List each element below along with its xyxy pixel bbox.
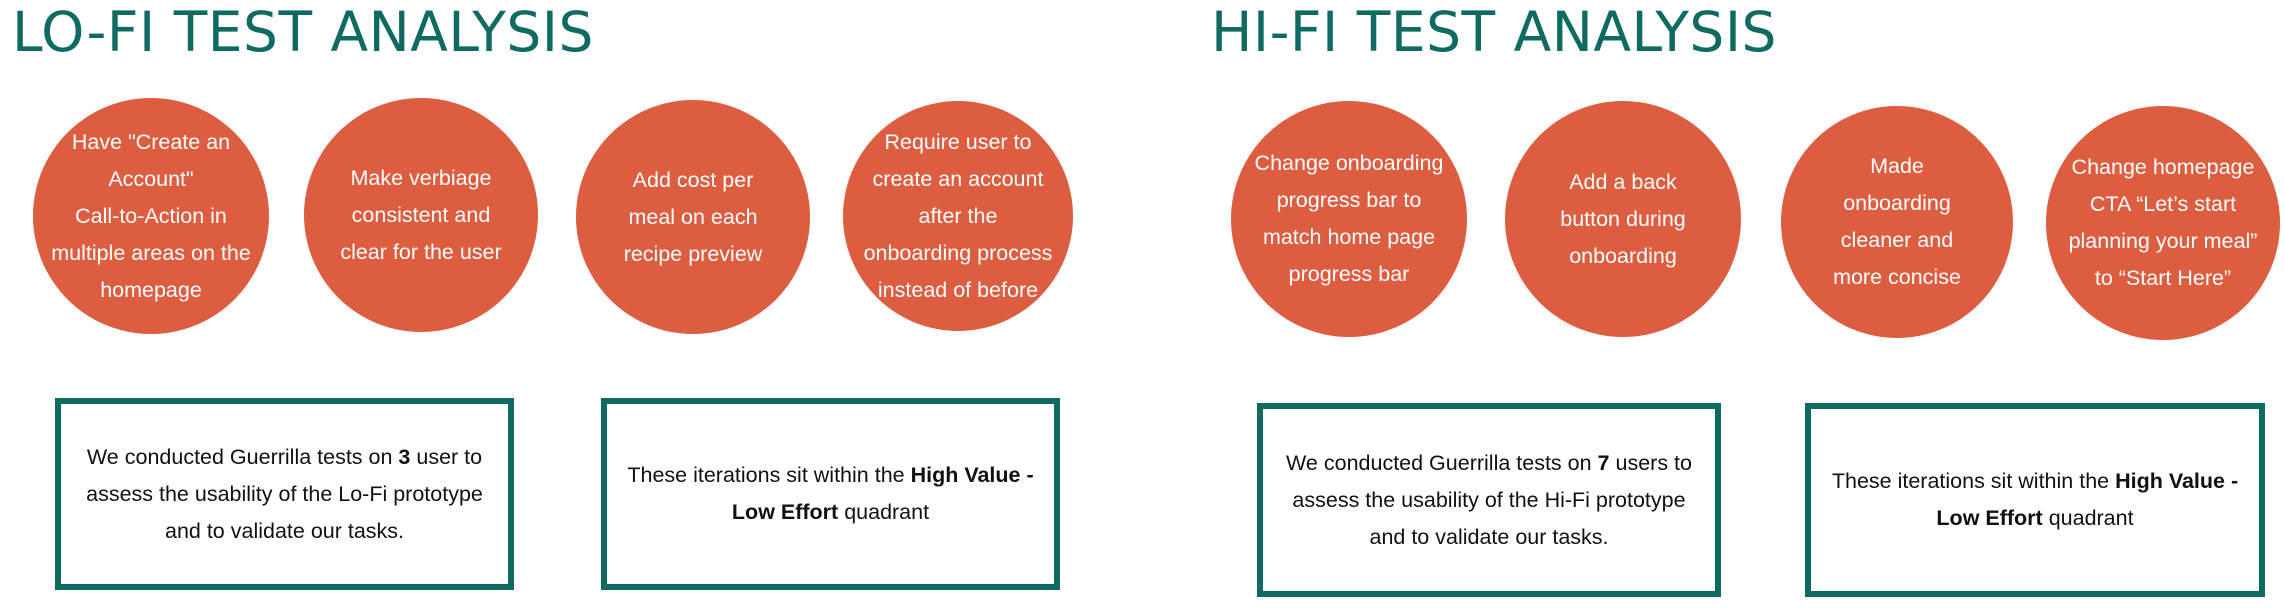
lofi-iteration-circle-3: Add cost per meal on each recipe preview [576,100,810,334]
hifi-iteration-circle-2: Add a back button during onboarding [1505,101,1741,337]
hifi-quadrant-text: These iterations sit within the High Val… [1831,469,2239,530]
hifi-iteration-circle-3: Made onboarding cleaner and more concise [1781,106,2013,338]
hifi-iteration-text-3: Made onboarding cleaner and more concise [1833,154,1961,289]
hifi-quadrant-box: These iterations sit within the High Val… [1805,403,2265,597]
lofi-title: LO-FI TEST ANALYSIS [12,0,594,64]
hifi-test-summary-text: We conducted Guerrilla tests on 7 users … [1286,450,1692,549]
lofi-quadrant-text: These iterations sit within the High Val… [627,463,1034,524]
lofi-iteration-text-4: Require user to create an account after … [863,129,1053,302]
lofi-iteration-text-3: Add cost per meal on each recipe preview [623,167,763,266]
lofi-test-summary-box: We conducted Guerrilla tests on 3 user t… [55,398,514,590]
hifi-iteration-circle-4: Change homepage CTA “Let’s start plannin… [2046,106,2280,340]
lofi-user-count: 3 [398,444,411,469]
hifi-test-summary-box: We conducted Guerrilla tests on 7 users … [1257,403,1721,597]
hifi-iteration-text-2: Add a back button during onboarding [1560,169,1686,268]
lofi-iteration-circle-2: Make verbiage consistent and clear for t… [304,98,538,332]
hifi-iteration-text-4: Change homepage CTA “Let’s start plannin… [2068,155,2258,290]
hifi-title: HI-FI TEST ANALYSIS [1211,0,1777,64]
lofi-iteration-text-2: Make verbiage consistent and clear for t… [340,165,502,264]
hifi-iteration-text-1: Change onboarding progress bar to match … [1254,151,1444,286]
lofi-iteration-circle-1: Have "Create an Account" Call-to-Action … [33,98,269,334]
hifi-user-count: 7 [1597,450,1610,475]
lofi-quadrant-box: These iterations sit within the High Val… [601,398,1060,590]
hifi-iteration-circle-1: Change onboarding progress bar to match … [1231,101,1467,337]
lofi-iteration-circle-4: Require user to create an account after … [843,101,1073,331]
lofi-test-summary-text: We conducted Guerrilla tests on 3 user t… [86,444,483,543]
lofi-iteration-text-1: Have "Create an Account" Call-to-Action … [51,129,251,302]
